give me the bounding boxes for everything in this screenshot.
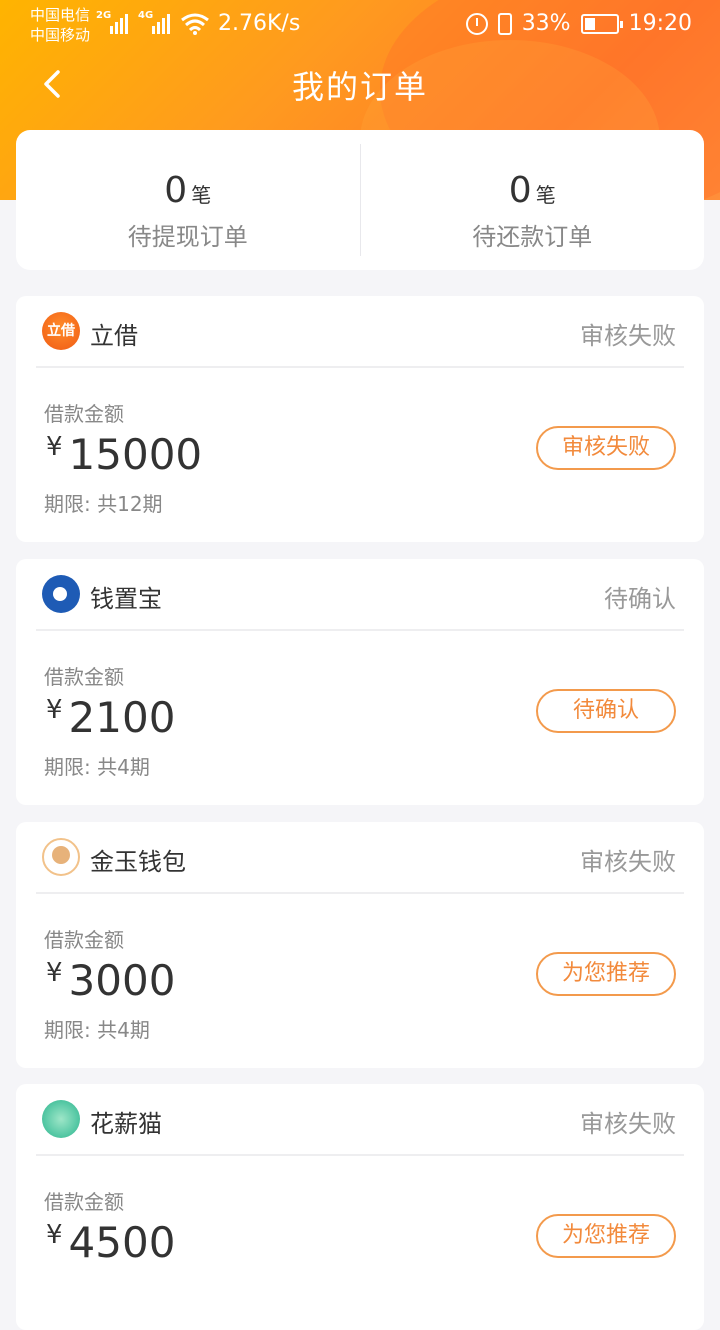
lender-name: 金玉钱包 [90, 848, 186, 876]
loan-amount: ¥2100 [46, 693, 175, 742]
battery-icon [580, 13, 623, 34]
order-status: 待确认 [604, 585, 676, 613]
qianzhibao-logo-icon [42, 575, 80, 613]
recommend-button[interactable]: 为您推荐 [536, 1214, 676, 1258]
network-speed: 2.76K/s [218, 11, 301, 36]
lender-name: 立借 [90, 322, 138, 350]
loan-term: 期限: 共4期 [44, 755, 150, 779]
nav-bar: 我的订单 [0, 50, 720, 116]
order-card[interactable]: 金玉钱包 审核失败 借款金额 ¥3000 期限: 共4期 为您推荐 [16, 822, 704, 1068]
order-card[interactable]: 钱置宝 待确认 借款金额 ¥2100 期限: 共4期 待确认 [16, 559, 704, 805]
order-action-button[interactable]: 待确认 [536, 689, 676, 733]
wifi-icon [181, 13, 209, 35]
loan-amount: ¥3000 [46, 956, 175, 1005]
order-status: 审核失败 [580, 322, 676, 350]
amount-label: 借款金额 [44, 402, 124, 426]
pending-repay-count: 0 [508, 170, 532, 211]
amount-value: 3000 [68, 956, 176, 1005]
vibrate-icon [497, 12, 512, 35]
lender-name: 花薪猫 [90, 1110, 162, 1138]
recommend-button[interactable]: 为您推荐 [536, 952, 676, 996]
currency-symbol: ¥ [46, 1220, 63, 1250]
divider [36, 366, 684, 368]
order-status: 审核失败 [580, 848, 676, 876]
currency-symbol: ¥ [46, 958, 63, 988]
pending-repay-summary[interactable]: 0笔 待还款订单 [361, 130, 705, 270]
currency-symbol: ¥ [46, 695, 63, 725]
amount-label: 借款金额 [44, 1190, 124, 1214]
status-bar: 中国电信 中国移动 2G 4G 2.76K/s 33% 19:20 [0, 0, 720, 50]
count-unit: 笔 [191, 183, 212, 207]
alarm-icon [465, 12, 488, 35]
order-action-button[interactable]: 审核失败 [536, 426, 676, 470]
order-card[interactable]: 立借 立借 审核失败 借款金额 ¥15000 期限: 共12期 审核失败 [16, 296, 704, 542]
page-title: 我的订单 [291, 68, 428, 106]
loan-term: 期限: 共12期 [44, 492, 163, 516]
amount-label: 借款金额 [44, 928, 124, 952]
loan-term: 期限: 共4期 [44, 1018, 150, 1042]
amount-value: 15000 [68, 430, 203, 479]
divider [36, 629, 684, 631]
currency-symbol: ¥ [46, 432, 63, 462]
clock: 19:20 [628, 11, 692, 36]
amount-label: 借款金额 [44, 665, 124, 689]
battery-percent: 33% [521, 11, 571, 36]
order-status: 审核失败 [580, 1110, 676, 1138]
pending-withdraw-count: 0 [164, 170, 188, 211]
divider [36, 892, 684, 894]
amount-value: 2100 [68, 693, 176, 742]
jinyu-wallet-logo-icon [42, 838, 80, 876]
huaxinmao-logo-icon [42, 1100, 80, 1138]
carrier-names: 中国电信 中国移动 [30, 5, 90, 45]
libai-logo-icon: 立借 [42, 312, 80, 350]
carrier-2: 中国移动 [30, 26, 91, 44]
pending-withdraw-summary[interactable]: 0笔 待提现订单 [16, 130, 360, 270]
pending-withdraw-label: 待提现订单 [127, 223, 248, 251]
network-type-1: 2G [96, 10, 112, 21]
pending-repay-label: 待还款订单 [472, 223, 593, 251]
carrier-1: 中国电信 [30, 6, 91, 24]
signal-icon [152, 12, 170, 34]
loan-amount: ¥15000 [46, 430, 202, 479]
signal-icon [110, 12, 128, 34]
divider [36, 1154, 684, 1156]
amount-value: 4500 [68, 1218, 176, 1267]
network-type-2: 4G [138, 10, 154, 21]
loan-amount: ¥4500 [46, 1218, 175, 1267]
lender-name: 钱置宝 [90, 585, 162, 613]
order-summary: 0笔 待提现订单 0笔 待还款订单 [16, 130, 704, 270]
order-card[interactable]: 花薪猫 审核失败 借款金额 ¥4500 为您推荐 [16, 1084, 704, 1330]
count-unit: 笔 [535, 183, 556, 207]
